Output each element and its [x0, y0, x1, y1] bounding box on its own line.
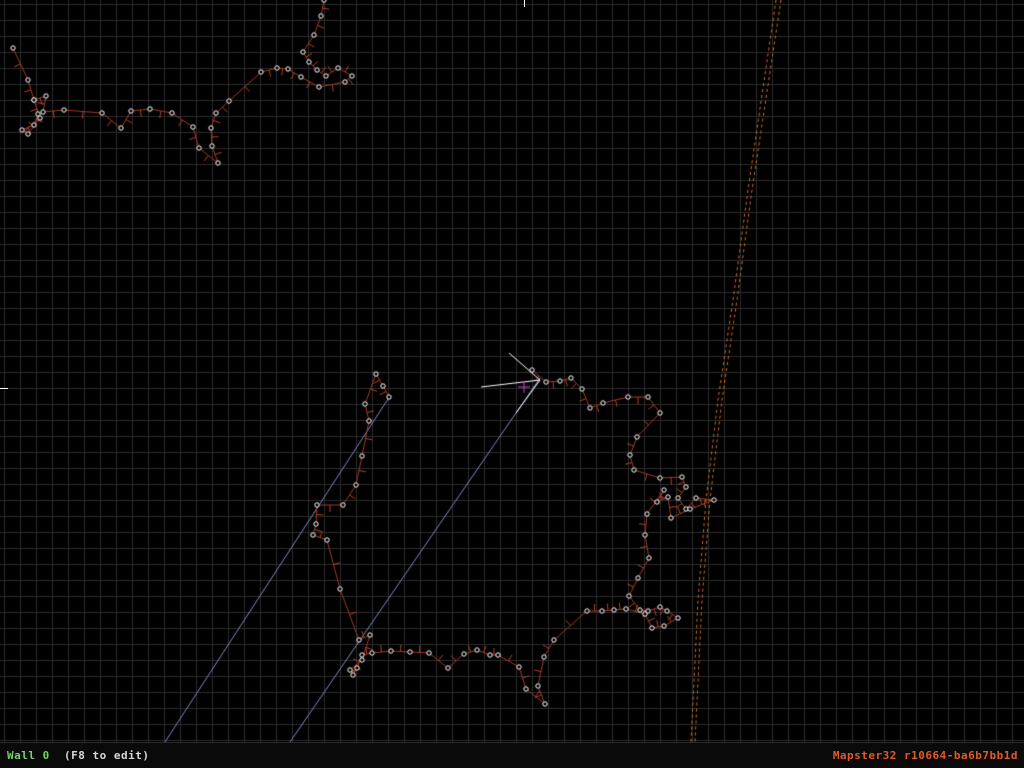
edit-hint-label: (F8 to edit)	[64, 749, 150, 762]
top-ruler-tick	[524, 0, 525, 7]
selected-wall-label[interactable]: Wall 0	[7, 749, 50, 762]
app-version-label: Mapster32 r10664-ba6b7bb1d	[832, 749, 1018, 762]
status-bar: Wall 0 (F8 to edit) Mapster32 r10664-ba6…	[0, 742, 1024, 768]
mapster-editor-window: Wall 0 (F8 to edit) Mapster32 r10664-ba6…	[0, 0, 1024, 768]
map-grid-viewport[interactable]	[0, 0, 1024, 742]
left-ruler-tick	[0, 388, 8, 389]
status-left-group: Wall 0 (F8 to edit)	[7, 749, 149, 762]
